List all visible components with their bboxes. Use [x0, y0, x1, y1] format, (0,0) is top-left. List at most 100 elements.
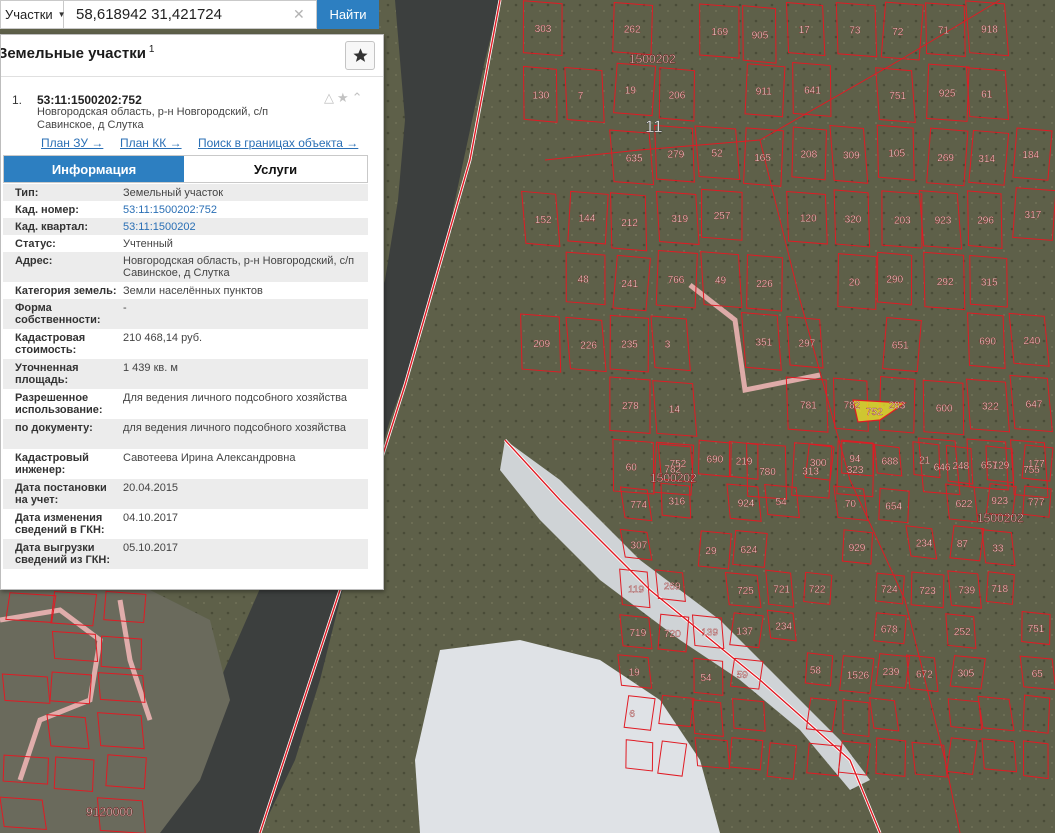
plan-kk-link[interactable]: План КК → — [120, 136, 182, 150]
search-input[interactable] — [64, 0, 317, 29]
info-row: Дата изменения сведений в ГКН: 04.10.2017 — [3, 509, 368, 539]
parcel-number-label: 600 — [936, 403, 953, 414]
info-row: Категория земель: Земли населённых пункто… — [3, 282, 368, 299]
quarter-label: 1500202 — [629, 52, 676, 66]
parcel-number-label: 120 — [800, 214, 817, 225]
quarter-label: 1500202 — [977, 511, 1024, 525]
find-button[interactable]: Найти — [317, 0, 379, 29]
info-label: Разрешенное использование: — [15, 392, 103, 416]
parcel-id[interactable]: 53:11:1500202:752 — [37, 93, 142, 107]
parcel-number-label: 7 — [578, 91, 584, 102]
info-row: Уточненная площадь: 1 439 кв. м — [3, 359, 368, 389]
parcel-number-label: 17 — [799, 25, 811, 36]
info-row: Форма собственности: - — [3, 299, 368, 329]
tab-services[interactable]: Услуги — [184, 156, 367, 182]
parcel-number-label: 139 — [701, 628, 718, 639]
info-value: 20.04.2015 — [123, 482, 179, 494]
parcel-number-label: 234 — [916, 538, 933, 549]
parcel-number-label: 20 — [849, 278, 861, 289]
parcel-number-label: 241 — [621, 279, 638, 290]
close-icon[interactable]: ✕ — [293, 6, 305, 23]
star-icon[interactable]: ★ — [337, 91, 349, 105]
parcel-number-label: 33 — [992, 544, 1004, 555]
chevron-up-icon[interactable]: ⌃ — [352, 91, 363, 105]
parcel-number-label: 29 — [705, 546, 717, 557]
parcel-number-label: 21 — [919, 456, 931, 467]
parcel-number-label: 269 — [937, 153, 954, 164]
info-label: Кад. квартал: — [15, 221, 89, 233]
parcel-number-label: 283 — [889, 401, 906, 412]
search-type-select[interactable]: Участки ▼ — [0, 0, 66, 29]
parcel-number-label: 54 — [776, 497, 788, 508]
parcel-number-label: 87 — [957, 539, 969, 550]
parcel-number-label: 781 — [800, 401, 817, 412]
parcel-number-label: 278 — [622, 401, 639, 412]
parcel-number-label: 720 — [664, 629, 681, 640]
parcel-number-label: 911 — [756, 86, 772, 97]
parcel-number-label: 751 — [1028, 624, 1045, 635]
panel-title-text: Земельные участки — [0, 45, 146, 62]
parcel-number-label: 722 — [809, 584, 826, 595]
quarter-label: 9120000 — [86, 805, 133, 819]
info-row: Кадастровая стоимость: 210 468,14 руб. — [3, 329, 368, 359]
parcel-number-label: 130 — [533, 90, 550, 101]
parcel-number-label: 719 — [629, 628, 646, 639]
tab-information[interactable]: Информация — [4, 156, 184, 182]
parcel-number-label: 3 — [665, 339, 671, 350]
favorite-button[interactable] — [345, 41, 375, 70]
parcel-number-label: 240 — [1024, 336, 1041, 347]
parcel-number-label: 323 — [847, 465, 864, 476]
divider — [1, 76, 383, 77]
panel-title: Земельные участки 1 — [0, 44, 154, 62]
info-label: Дата постановки на учет: — [15, 482, 107, 506]
info-value[interactable]: 53:11:1500202:752 — [122, 204, 368, 216]
parcel-number-label: 19 — [629, 668, 641, 679]
parcel-number-label: 48 — [578, 274, 590, 285]
parcel-number-label: 290 — [886, 275, 903, 286]
info-label: Кадастровый инженер: — [15, 452, 89, 476]
info-value: для ведения личного подсобного хозяйства — [123, 422, 346, 434]
parcel-number-label: 105 — [888, 149, 905, 160]
parcel-number-label: 262 — [624, 25, 641, 36]
parcel-number-label: 678 — [881, 624, 898, 635]
info-value: Земли населённых пунктов — [123, 285, 263, 297]
info-row: Кад. номер: 53:11:1500202:752 — [3, 201, 368, 218]
info-value: Для ведения личного подсобного хозяйства — [123, 392, 347, 404]
parcel-number-label: 723 — [919, 586, 936, 597]
search-in-bounds-link[interactable]: Поиск в границах объекта → — [198, 136, 358, 150]
parcel-number-label: 206 — [669, 90, 686, 101]
land-plots-panel: Земельные участки 1 1. 53:11:1500202:752 … — [0, 34, 384, 590]
parcel-number-label: 672 — [916, 669, 933, 680]
parcel-number-label: 226 — [580, 340, 597, 351]
panel-tabs: Информация Услуги — [3, 155, 368, 183]
parcel-number-label: 234 — [775, 622, 792, 633]
parcel-number-label: 305 — [958, 668, 975, 679]
parcel-number-label: 137 — [736, 626, 753, 637]
parcel-number-label: 169 — [711, 27, 728, 38]
plan-zu-link[interactable]: План ЗУ → — [41, 136, 103, 150]
info-label: Тип: — [15, 187, 39, 199]
parcel-number-label: 905 — [752, 30, 769, 41]
parcel-number-label: 307 — [631, 541, 648, 552]
parcel-number-label: 724 — [881, 584, 898, 595]
info-row: Дата постановки на учет: 20.04.2015 — [3, 479, 368, 509]
warning-icon[interactable]: △ — [324, 91, 334, 105]
parcel-number-label: 688 — [881, 456, 898, 467]
parcel-number-label: 49 — [715, 276, 727, 287]
block-label: 11 — [645, 117, 663, 136]
info-label: Форма собственности: — [15, 302, 101, 326]
parcel-number-label: 751 — [889, 91, 906, 102]
info-table: Тип: Земельный участок Кад. номер: 53:11:15… — [3, 184, 368, 569]
parcel-number-label: 94 — [849, 454, 861, 465]
info-value: 05.10.2017 — [123, 542, 179, 554]
parcel-number-label: 65 — [1032, 669, 1044, 680]
parcel-number-label: 929 — [849, 543, 866, 554]
parcel-number-label: 777 — [1028, 498, 1045, 509]
parcel-number-label: 269 — [664, 582, 681, 593]
parcel-number-label: 1526 — [847, 670, 870, 681]
parcel-number-label: 19 — [625, 85, 637, 96]
parcel-number-label: 14 — [669, 404, 681, 415]
info-value[interactable]: 53:11:1500202 — [122, 221, 368, 233]
info-label: Кадастровая стоимость: — [15, 332, 86, 356]
info-value: - — [123, 302, 127, 314]
